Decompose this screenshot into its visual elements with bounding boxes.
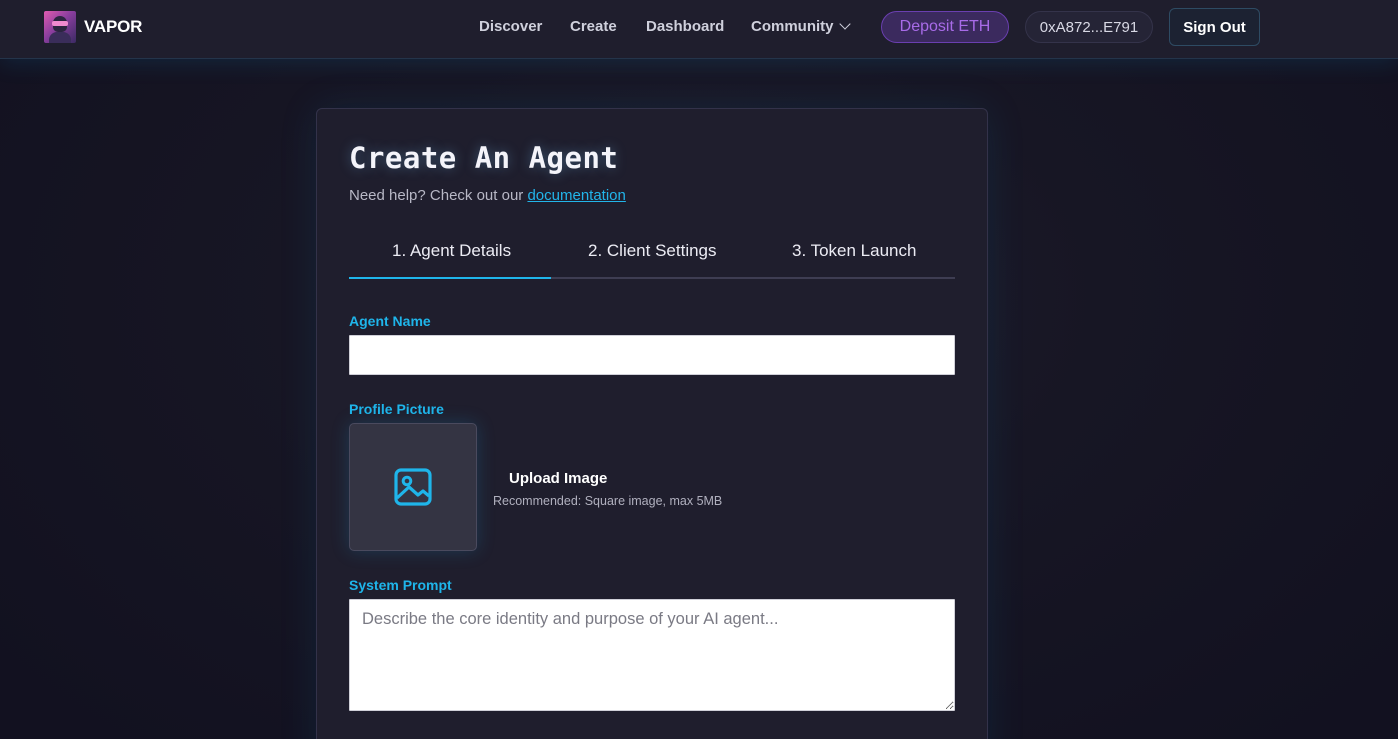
tab-token-launch[interactable]: 3. Token Launch: [792, 241, 916, 261]
documentation-link[interactable]: documentation: [527, 187, 625, 204]
nav-link-dashboard[interactable]: Dashboard: [646, 18, 724, 35]
profile-picture-upload[interactable]: [349, 423, 477, 551]
nav-link-discover[interactable]: Discover: [479, 18, 542, 35]
system-prompt-label: System Prompt: [349, 577, 452, 593]
help-text: Need help? Check out our documentation: [349, 187, 626, 204]
brand-logo-avatar: [44, 11, 76, 43]
deposit-eth-button[interactable]: Deposit ETH: [881, 11, 1009, 43]
profile-picture-label: Profile Picture: [349, 401, 444, 417]
brand-name: VAPOR: [84, 17, 143, 36]
create-agent-card: Create An Agent Need help? Check out our…: [316, 108, 988, 739]
nav-link-create[interactable]: Create: [570, 18, 617, 35]
tab-client-settings[interactable]: 2. Client Settings: [588, 241, 717, 261]
help-text-prefix: Need help? Check out our: [349, 187, 524, 204]
wallet-address[interactable]: 0xA872...E791: [1025, 11, 1153, 43]
nav-link-community[interactable]: Community: [751, 18, 851, 35]
upload-image-hint: Recommended: Square image, max 5MB: [493, 494, 723, 508]
navbar: VAPOR Discover Create Dashboard Communit…: [0, 0, 1398, 59]
agent-name-input[interactable]: [349, 335, 955, 375]
image-icon: [394, 468, 432, 506]
nav-community-label: Community: [751, 18, 834, 35]
brand[interactable]: VAPOR: [44, 11, 142, 43]
page-title: Create An Agent: [349, 141, 619, 175]
tab-agent-details[interactable]: 1. Agent Details: [392, 241, 511, 261]
upload-image-title[interactable]: Upload Image: [509, 470, 607, 487]
chevron-down-icon: [838, 18, 851, 30]
active-tab-indicator: [349, 277, 551, 279]
agent-name-label: Agent Name: [349, 313, 431, 329]
step-tabs: 1. Agent Details 2. Client Settings 3. T…: [349, 229, 955, 279]
system-prompt-textarea[interactable]: [349, 599, 955, 711]
sign-out-button[interactable]: Sign Out: [1169, 8, 1260, 46]
